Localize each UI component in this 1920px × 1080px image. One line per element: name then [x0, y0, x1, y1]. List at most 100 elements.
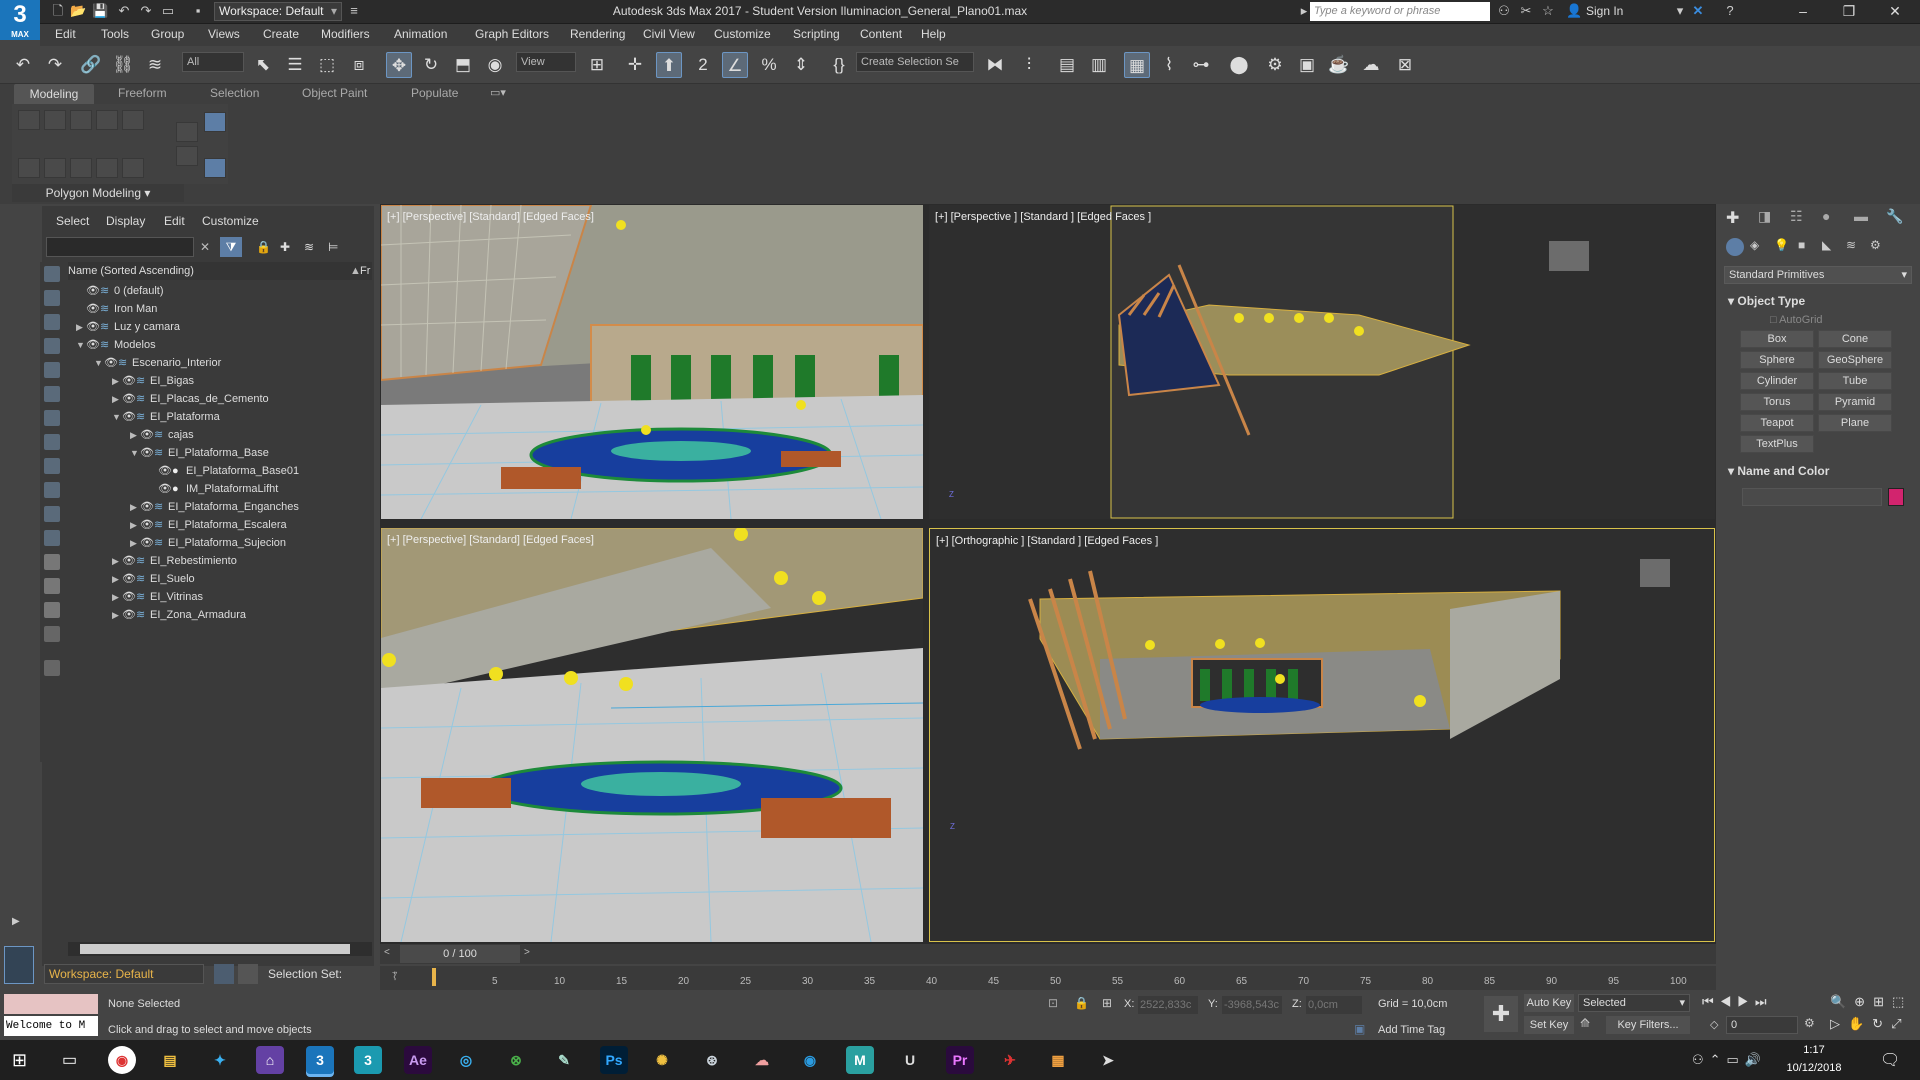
box-button[interactable]: Box — [1740, 330, 1814, 348]
render-production-icon[interactable]: ☕ — [1326, 52, 1352, 78]
open-file-icon[interactable]: 📂 — [70, 3, 86, 19]
menu-graph-editors[interactable]: Graph Editors — [475, 27, 549, 41]
object-color-swatch[interactable] — [1888, 488, 1904, 506]
schematic-view-icon[interactable]: ⊶ — [1188, 52, 1214, 78]
app-icon-8[interactable]: ✈ — [996, 1046, 1024, 1074]
quick-access-more-icon[interactable]: ≡ — [346, 3, 362, 19]
visibility-eye-icon[interactable]: 👁 — [122, 372, 136, 390]
border-icon[interactable] — [70, 110, 92, 130]
display-bones-icon[interactable] — [44, 458, 60, 474]
viewport-label-bottom-left[interactable]: [+] [Perspective] [Standard] [Edged Face… — [387, 534, 594, 546]
menu-tools[interactable]: Tools — [101, 27, 129, 41]
polygon-modeling-dropdown[interactable]: Polygon Modeling ▾ — [12, 184, 184, 202]
display-helpers-icon[interactable] — [44, 362, 60, 378]
viewport-bottom-right[interactable]: Z [+] [Orthographic ] [Standard ] [Edged… — [929, 528, 1715, 942]
undo-icon[interactable]: ↶ — [116, 3, 132, 19]
object-type-rollout-title[interactable]: ▾ Object Type — [1728, 294, 1805, 308]
toggle-scene-explorer-icon[interactable]: ▦ — [1124, 52, 1150, 78]
name-color-rollout-title[interactable]: ▾ Name and Color — [1728, 464, 1829, 478]
add-to-layer-icon[interactable]: ≋ — [304, 240, 314, 254]
visibility-eye-icon[interactable]: 👁 — [86, 336, 100, 354]
app-icon-10[interactable]: ➤ — [1094, 1046, 1122, 1074]
viewport-label-top-right[interactable]: [+] [Perspective ] [Standard ] [Edged Fa… — [935, 211, 1151, 223]
ignore-backfacing-icon[interactable] — [70, 158, 92, 178]
viewport-top-right[interactable]: Z [+] [Perspective ] [Standard ] [Edged … — [929, 205, 1715, 519]
selection-filter-dropdown[interactable]: All — [182, 52, 244, 72]
shapes-category-icon[interactable]: ◈ — [1750, 238, 1759, 252]
display-geometry-icon[interactable] — [44, 266, 60, 282]
explorer-row[interactable]: ▶ 👁 ≋ EI_Vitrinas — [68, 588, 372, 606]
create-layer-icon[interactable]: ✚ — [280, 240, 290, 254]
percent-snap-icon[interactable]: % — [756, 52, 782, 78]
reference-coordinate-dropdown[interactable]: View — [516, 52, 576, 72]
edit-named-selection-icon[interactable]: {} — [826, 52, 852, 78]
project-folder-icon[interactable]: ▭ — [160, 3, 176, 19]
help-icon[interactable]: ? — [1722, 3, 1738, 19]
menu-help[interactable]: Help — [921, 27, 946, 41]
ribbon-tab-freeform[interactable]: Freeform — [118, 86, 167, 100]
expand-arrow-icon[interactable]: ▶ — [130, 426, 137, 444]
tube-button[interactable]: Tube — [1818, 372, 1892, 390]
expand-arrow-icon[interactable]: ▶ — [112, 372, 119, 390]
collapse-arrow-icon[interactable]: ▼ — [76, 336, 85, 354]
steam-icon[interactable]: ⊛ — [698, 1046, 726, 1074]
select-and-rotate-icon[interactable]: ↻ — [418, 52, 444, 78]
spacewarps-category-icon[interactable]: ≋ — [1846, 238, 1856, 252]
visibility-eye-icon[interactable]: 👁 — [122, 588, 136, 606]
menu-modifiers[interactable]: Modifiers — [321, 27, 370, 41]
menu-scripting[interactable]: Scripting — [793, 27, 840, 41]
scene-filter-input[interactable] — [46, 237, 194, 257]
key-mode-dropdown[interactable]: Selected ▾ — [1578, 994, 1690, 1012]
polygon-icon[interactable] — [96, 110, 118, 130]
motion-tab-icon[interactable]: ● — [1822, 208, 1830, 224]
window-crossing-icon[interactable]: ⧈ — [346, 52, 372, 78]
explorer-row[interactable]: 👁 ≋ Iron Man — [68, 300, 372, 318]
key-step-icon[interactable]: ◇ — [1710, 1018, 1718, 1031]
clear-filter-icon[interactable]: ✕ — [200, 240, 210, 254]
spinner-snap-icon[interactable]: ⇕ — [788, 52, 814, 78]
use-displacement-icon[interactable] — [122, 158, 144, 178]
auto-key-button[interactable]: Auto Key — [1524, 994, 1574, 1012]
primitive-category-dropdown[interactable]: Standard Primitives ▾ — [1724, 266, 1912, 284]
lock-icon[interactable]: 🔒 — [256, 240, 271, 254]
visibility-eye-icon[interactable]: 👁 — [86, 282, 100, 300]
app-icon-4[interactable]: ✺ — [648, 1046, 676, 1074]
layer-explorer-icon[interactable] — [214, 964, 234, 984]
menu-civil-view[interactable]: Civil View — [643, 27, 695, 41]
explorer-row[interactable]: ▶ 👁 ≋ EI_Suelo — [68, 570, 372, 588]
display-none-icon[interactable] — [44, 578, 60, 594]
app-logo-button[interactable]: 3 MAX — [0, 0, 40, 40]
xbox-icon[interactable]: ⊗ — [502, 1046, 530, 1074]
current-frame-field[interactable]: 0 — [1726, 1016, 1798, 1034]
toggle-command-panel-icon[interactable] — [176, 146, 198, 166]
se-menu-edit[interactable]: Edit — [164, 214, 185, 228]
systems-category-icon[interactable]: ⚙ — [1870, 238, 1881, 252]
preserve-uvs-icon[interactable] — [44, 158, 66, 178]
render-in-cloud-icon[interactable]: ☁ — [1358, 52, 1384, 78]
expand-arrow-icon[interactable]: ▶ — [130, 498, 137, 516]
photoshop-icon[interactable]: Ps — [600, 1046, 628, 1074]
explorer-row[interactable]: 👁 ● IM_PlataformaLifht — [68, 480, 372, 498]
premiere-icon[interactable]: Pr — [946, 1046, 974, 1074]
3dsmax-alt-taskbar-icon[interactable]: 3 — [354, 1046, 382, 1074]
favorites-star-icon[interactable]: ☆ — [1540, 3, 1556, 19]
menu-edit[interactable]: Edit — [55, 27, 76, 41]
add-time-tag-button[interactable]: Add Time Tag — [1378, 1024, 1445, 1036]
visibility-eye-icon[interactable]: 👁 — [140, 498, 154, 516]
redo-icon[interactable]: ↷ — [42, 52, 68, 78]
menu-content[interactable]: Content — [860, 27, 902, 41]
hierarchy-icon[interactable]: ⊨ — [328, 240, 338, 254]
viewport-label-top-left[interactable]: [+] [Perspective] [Standard] [Edged Face… — [387, 211, 594, 223]
align-icon[interactable]: ⫶ — [1016, 52, 1042, 78]
ribbon-options-icon[interactable]: ▭▾ — [490, 86, 506, 99]
app-icon-2[interactable]: ◎ — [452, 1046, 480, 1074]
menu-animation[interactable]: Animation — [394, 27, 447, 41]
collapse-stack-icon[interactable] — [176, 122, 198, 142]
app-icon-3[interactable]: ✎ — [550, 1046, 578, 1074]
sphere-button[interactable]: Sphere — [1740, 351, 1814, 369]
display-frozen-icon[interactable] — [44, 506, 60, 522]
key-mode-toggle-icon[interactable]: ⟰ — [1580, 1016, 1590, 1030]
undo-icon[interactable]: ↶ — [10, 52, 36, 78]
a360-gallery-icon[interactable]: ⊠ — [1392, 52, 1418, 78]
expand-arrow-icon[interactable]: ▶ — [76, 318, 83, 336]
